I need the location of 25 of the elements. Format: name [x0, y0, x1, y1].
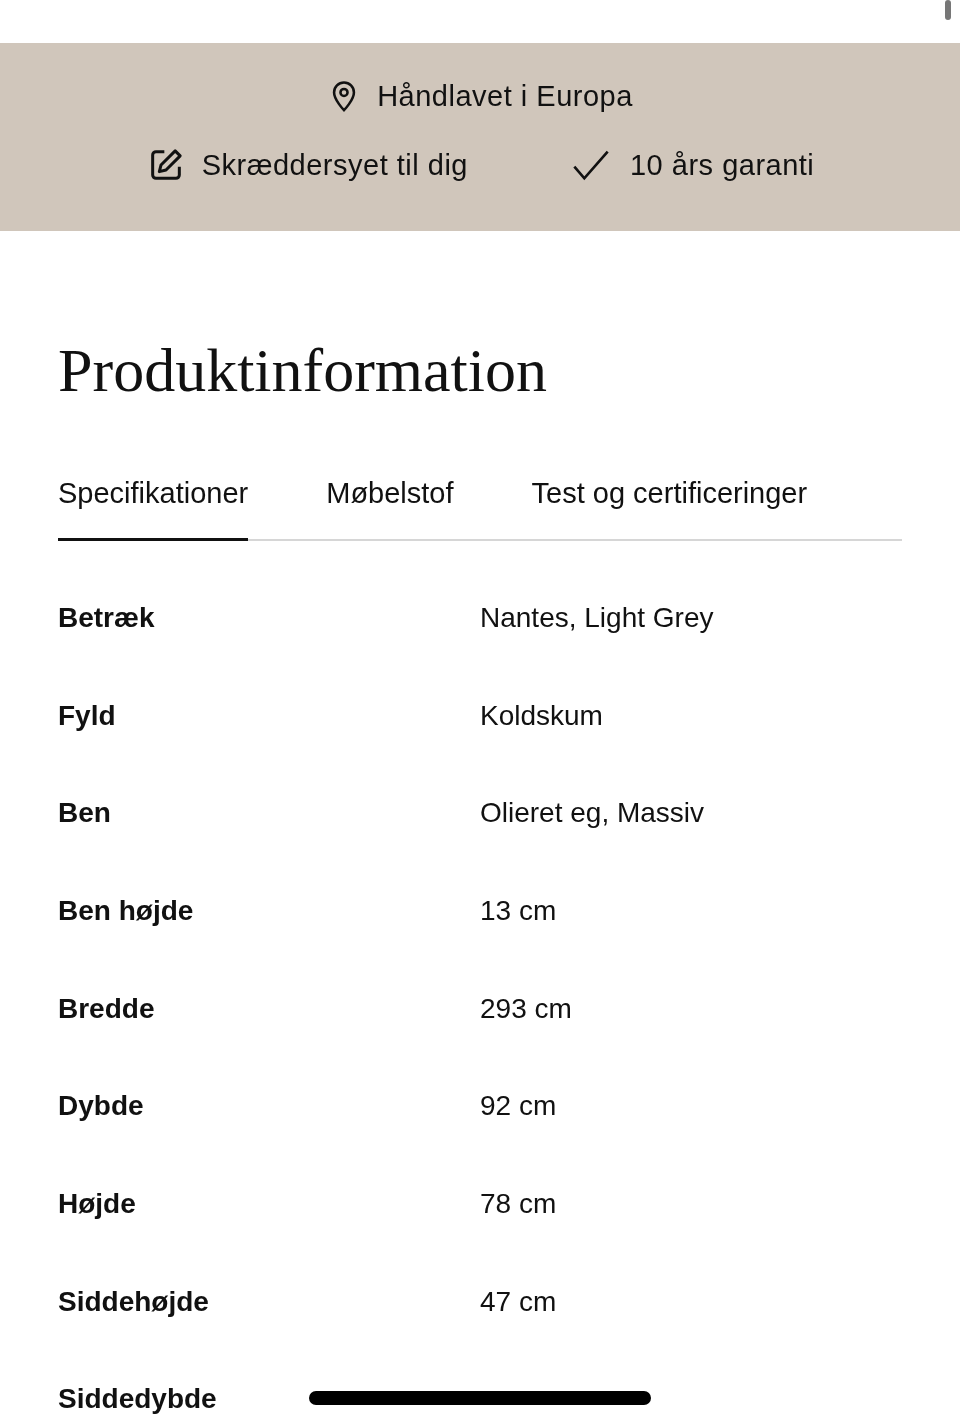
section-title: Produktinformation	[58, 335, 549, 405]
spec-label: Ben	[58, 797, 112, 830]
spec-value: 47 cm	[480, 1285, 557, 1318]
spec-label: Betræk	[58, 601, 156, 634]
tab[interactable]: Specifikationer	[58, 477, 249, 541]
feature-text: Skræddersyet til dig	[201, 148, 468, 182]
spec-label: Ben højde	[58, 894, 195, 927]
spec-value: 92 cm	[480, 1090, 557, 1123]
spec-label: Siddedybde	[58, 1383, 218, 1416]
spec-value: Nantes, Light Grey	[480, 601, 714, 634]
spec-value: Koldskum	[480, 699, 603, 732]
spec-label: Bredde	[58, 992, 156, 1025]
spec-value: Olieret eg, Massiv	[480, 797, 705, 830]
feature-text: 10 års garanti	[629, 148, 815, 182]
tab[interactable]: Test og certificeringer	[531, 477, 808, 541]
feature-text: Håndlavet i Europa	[377, 79, 633, 113]
scroll-bar	[945, 0, 951, 20]
spec-value: 293 cm	[480, 992, 572, 1025]
tab[interactable]: Møbelstof	[326, 477, 454, 541]
spec-label: Fyld	[58, 699, 117, 732]
spec-label: Højde	[58, 1187, 137, 1220]
spec-label: Dybde	[58, 1090, 145, 1123]
spec-label: Siddehøjde	[58, 1285, 210, 1318]
spec-value: 78 cm	[480, 1187, 557, 1220]
spec-value: 13 cm	[480, 894, 557, 927]
